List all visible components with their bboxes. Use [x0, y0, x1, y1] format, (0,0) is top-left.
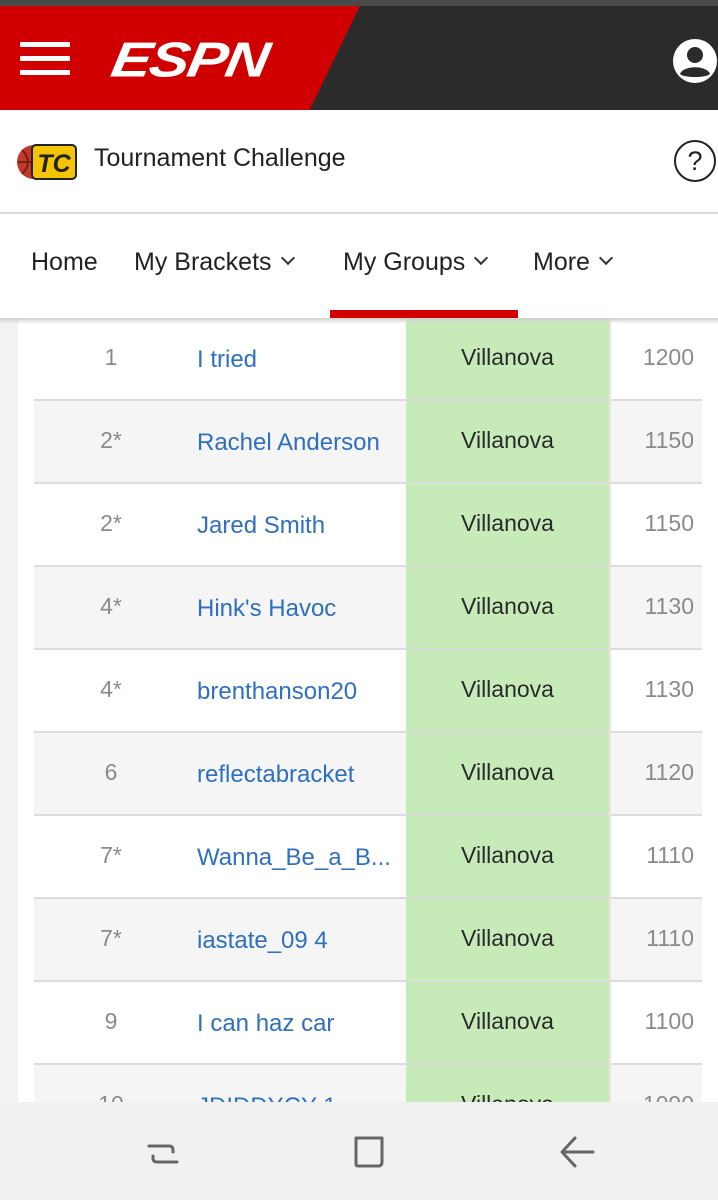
menu-icon[interactable] — [20, 42, 70, 78]
bracket-name-link[interactable]: brenthanson20 — [197, 678, 357, 706]
tab-my-groups-label: My Groups — [343, 248, 466, 276]
bracket-name-link[interactable]: Wanna_Be_a_B... — [197, 844, 391, 872]
champion-cell: Villanova — [406, 899, 609, 980]
table-row[interactable]: 2* Jared Smith Villanova 1150 — [34, 484, 702, 567]
champion-cell: Villanova — [406, 1065, 609, 1102]
champion-cell: Villanova — [406, 816, 609, 897]
rank-cell: 2* — [100, 510, 122, 536]
champion-cell: Villanova — [406, 733, 609, 814]
bracket-name-link[interactable]: Rachel Anderson — [197, 429, 380, 457]
rank-cell: 9 — [104, 1008, 118, 1034]
rank-cell: 7* — [100, 842, 122, 868]
tab-home-label: Home — [31, 248, 98, 276]
help-icon[interactable]: ? — [674, 140, 716, 182]
table-row[interactable]: 1 I tried Villanova 1200 — [34, 318, 702, 401]
home-icon[interactable] — [350, 1132, 390, 1172]
tournament-challenge-logo[interactable]: TC — [16, 142, 78, 182]
points-cell: 1130 — [644, 676, 694, 702]
bracket-name-link[interactable]: I can haz car — [197, 1010, 334, 1038]
champion-cell: Villanova — [406, 318, 609, 399]
recent-apps-icon[interactable] — [143, 1132, 183, 1172]
rank-cell: 7* — [100, 925, 122, 951]
espn-header: ESPN — [0, 6, 718, 110]
tc-logo-text: TC — [37, 150, 71, 178]
table-row[interactable]: 4* Hink's Havoc Villanova 1130 — [34, 567, 702, 650]
table-row[interactable]: 6 reflectabracket Villanova 1120 — [34, 733, 702, 816]
tab-home[interactable]: Home — [31, 248, 98, 277]
bracket-name-link[interactable]: reflectabracket — [197, 761, 354, 789]
table-row[interactable]: 2* Rachel Anderson Villanova 1150 — [34, 401, 702, 484]
table-row[interactable]: 9 I can haz car Villanova 1100 — [34, 982, 702, 1065]
points-cell: 1120 — [644, 759, 694, 785]
table-row[interactable]: 10 JDIDDYCY 1 Villanova 1090 — [34, 1065, 702, 1102]
espn-logo[interactable]: ESPN — [107, 32, 282, 88]
rank-cell: 4* — [100, 593, 122, 619]
points-cell: 1150 — [644, 427, 694, 453]
app-title-bar: TC Tournament Challenge ? — [0, 110, 718, 214]
chevron-down-icon — [280, 250, 295, 266]
system-navigation-bar — [0, 1102, 718, 1200]
page-title: Tournament Challenge — [94, 144, 346, 172]
chevron-down-icon — [474, 250, 489, 266]
points-cell: 1100 — [644, 1008, 694, 1034]
champion-cell: Villanova — [406, 650, 609, 731]
points-cell: 1110 — [646, 842, 694, 868]
bracket-name-link[interactable]: Hink's Havoc — [197, 595, 336, 623]
champion-cell: Villanova — [406, 982, 609, 1063]
column-divider — [609, 318, 611, 1102]
table-row[interactable]: 7* Wanna_Be_a_B... Villanova 1110 — [34, 816, 702, 899]
back-icon[interactable] — [557, 1132, 597, 1172]
chevron-down-icon — [598, 250, 614, 266]
section-nav: Home My Brackets My Groups More — [0, 214, 718, 318]
tab-my-groups[interactable]: My Groups — [343, 248, 489, 277]
points-cell: 1150 — [644, 510, 694, 536]
tab-my-brackets-label: My Brackets — [134, 248, 272, 276]
table-row[interactable]: 4* brenthanson20 Villanova 1130 — [34, 650, 702, 733]
tab-my-brackets[interactable]: My Brackets — [134, 248, 295, 277]
bracket-name-link[interactable]: iastate_09 4 — [197, 927, 328, 955]
rank-cell: 10 — [34, 1091, 188, 1102]
champion-cell: Villanova — [406, 401, 609, 482]
champion-cell: Villanova — [406, 567, 609, 648]
rank-cell: 4* — [100, 676, 122, 702]
points-cell: 1130 — [644, 593, 694, 619]
active-tab-indicator — [330, 310, 518, 318]
champion-cell: Villanova — [406, 484, 609, 565]
rank-cell: 6 — [104, 759, 118, 785]
points-cell: 1110 — [646, 925, 694, 951]
bracket-name-link[interactable]: I tried — [197, 346, 257, 374]
tab-more-label: More — [533, 248, 590, 276]
rank-cell: 2* — [100, 427, 122, 453]
rank-cell: 1 — [104, 344, 118, 370]
bracket-name-link[interactable]: JDIDDYCY 1 — [197, 1093, 337, 1102]
tab-more[interactable]: More — [533, 248, 614, 277]
points-cell: 1200 — [642, 344, 694, 370]
bracket-name-link[interactable]: Jared Smith — [197, 512, 325, 540]
standings-table[interactable]: 1 I tried Villanova 1200 2* Rachel Ander… — [0, 318, 718, 1102]
nav-shadow — [0, 318, 718, 324]
profile-icon[interactable] — [672, 38, 718, 84]
points-cell: 1090 — [643, 1091, 694, 1102]
table-row[interactable]: 7* iastate_09 4 Villanova 1110 — [34, 899, 702, 982]
